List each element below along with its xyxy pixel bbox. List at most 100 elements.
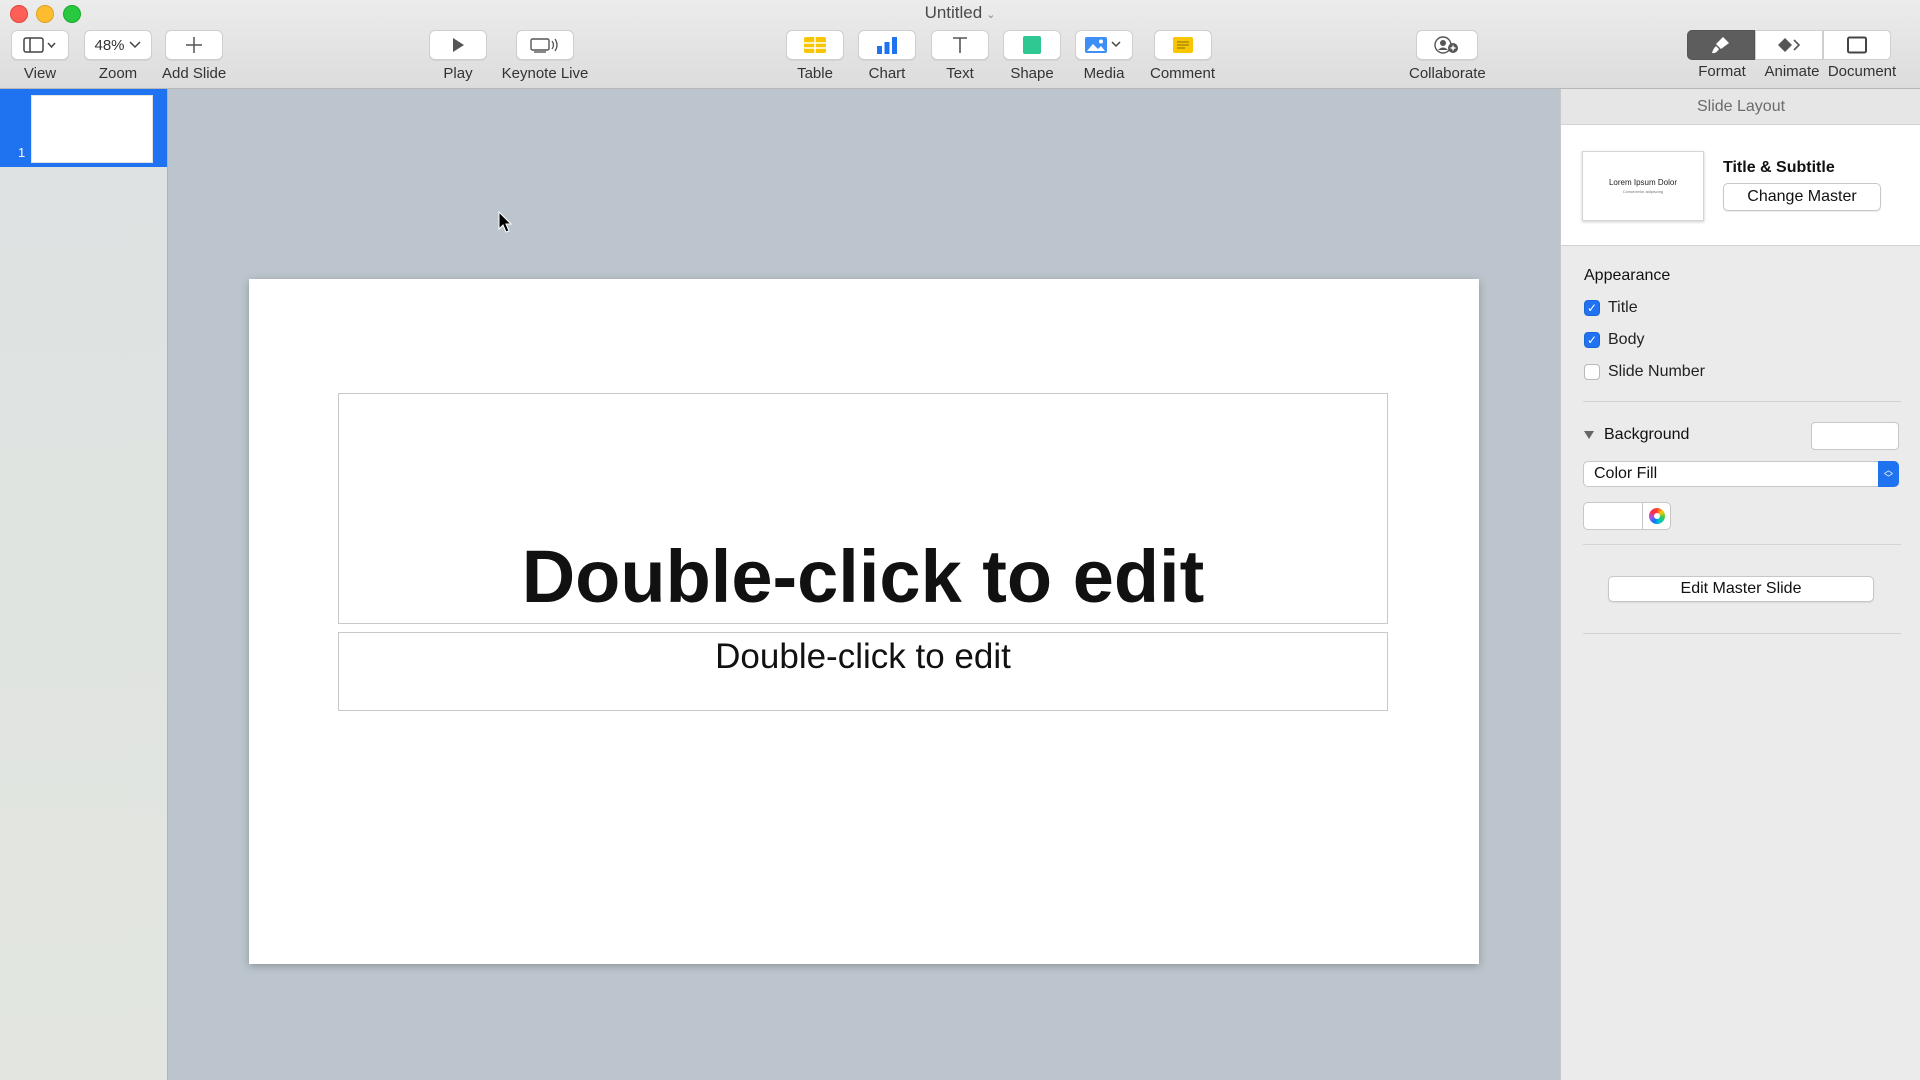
play-tool[interactable]: Play bbox=[429, 30, 487, 82]
master-thumbnail-title: Lorem Ipsum Dolor bbox=[1608, 178, 1678, 187]
body-checkbox-row[interactable]: ✓ Body bbox=[1584, 331, 1644, 349]
fill-color-well[interactable] bbox=[1583, 502, 1643, 530]
change-master-button[interactable]: Change Master bbox=[1723, 183, 1881, 211]
slide-canvas[interactable]: Double-click to edit Double-click to edi… bbox=[249, 279, 1479, 964]
color-wheel-button[interactable] bbox=[1642, 502, 1671, 530]
document-title: Untitled bbox=[924, 3, 983, 22]
inspector-tab-labels: Format Animate Document bbox=[1687, 63, 1897, 80]
view-label: View bbox=[23, 65, 57, 82]
add-slide-label: Add Slide bbox=[162, 65, 227, 82]
chart-label: Chart bbox=[868, 65, 906, 82]
animate-label: Animate bbox=[1764, 63, 1820, 80]
collaborate-tool[interactable]: Collaborate bbox=[1409, 30, 1486, 82]
keynote-live-button[interactable] bbox=[516, 30, 574, 60]
divider bbox=[1583, 544, 1901, 545]
background-color-swatch[interactable] bbox=[1811, 422, 1899, 450]
layout-name: Title & Subtitle bbox=[1723, 159, 1835, 176]
add-slide-button[interactable] bbox=[165, 30, 224, 60]
table-icon bbox=[804, 37, 826, 53]
zoom-select[interactable]: 48% bbox=[84, 30, 152, 60]
media-tool[interactable]: Media bbox=[1075, 30, 1133, 82]
animate-tab[interactable] bbox=[1755, 30, 1823, 60]
collaborate-label: Collaborate bbox=[1409, 65, 1486, 82]
collaborate-button[interactable] bbox=[1416, 30, 1479, 60]
background-disclosure[interactable]: Background bbox=[1583, 426, 1689, 444]
title-checkbox[interactable]: ✓ bbox=[1584, 300, 1600, 316]
format-tab[interactable] bbox=[1687, 30, 1755, 60]
zoom-tool[interactable]: 48% Zoom bbox=[84, 30, 152, 82]
keynote-live-icon bbox=[530, 38, 558, 53]
zoom-value: 48% bbox=[94, 36, 125, 54]
comment-button[interactable] bbox=[1153, 30, 1212, 60]
body-checkbox[interactable]: ✓ bbox=[1584, 332, 1600, 348]
toolbar: Untitled ⌄ View 48% Zoom Add Slide Play … bbox=[0, 0, 1920, 89]
format-inspector: Slide Layout Lorem Ipsum Dolor Consectet… bbox=[1560, 89, 1920, 1080]
comment-label: Comment bbox=[1150, 65, 1216, 82]
add-slide-tool[interactable]: Add Slide bbox=[162, 30, 226, 82]
view-tool[interactable]: View bbox=[11, 30, 69, 82]
divider bbox=[1583, 633, 1901, 634]
view-button[interactable] bbox=[11, 30, 69, 60]
subtitle-placeholder[interactable]: Double-click to edit bbox=[338, 632, 1388, 711]
appearance-heading: Appearance bbox=[1584, 267, 1671, 284]
slide-thumbnail-selected[interactable]: 1 bbox=[0, 89, 167, 167]
document-icon bbox=[1847, 36, 1867, 54]
chevron-down-icon bbox=[128, 41, 141, 49]
comment-icon bbox=[1172, 37, 1193, 53]
disclosure-triangle-icon bbox=[1584, 431, 1594, 439]
inspector-header: Slide Layout bbox=[1561, 89, 1920, 125]
table-button[interactable] bbox=[786, 30, 844, 60]
media-icon bbox=[1085, 37, 1121, 53]
body-checkbox-label: Body bbox=[1608, 331, 1645, 348]
sidebar-layout-icon bbox=[23, 37, 56, 53]
shape-icon bbox=[1023, 36, 1041, 54]
comment-tool[interactable]: Comment bbox=[1150, 30, 1215, 82]
fill-type-value: Color Fill bbox=[1594, 465, 1658, 482]
slide-number-checkbox[interactable] bbox=[1584, 364, 1600, 380]
slide-number-checkbox-row[interactable]: Slide Number bbox=[1584, 363, 1705, 381]
document-tab[interactable] bbox=[1823, 30, 1891, 60]
plus-icon bbox=[186, 37, 203, 53]
play-button[interactable] bbox=[429, 30, 487, 60]
chevron-down-icon: ⌄ bbox=[986, 9, 996, 21]
mouse-cursor-icon bbox=[498, 211, 513, 233]
slide-thumbnail[interactable] bbox=[31, 95, 153, 163]
window-title[interactable]: Untitled ⌄ bbox=[0, 3, 1920, 23]
zoom-label: Zoom bbox=[98, 65, 138, 82]
select-arrows-icon: ︿ ﹀ bbox=[1878, 461, 1899, 487]
shape-tool[interactable]: Shape bbox=[1003, 30, 1061, 82]
text-tool[interactable]: Text bbox=[931, 30, 989, 82]
table-tool[interactable]: Table bbox=[786, 30, 844, 82]
media-button[interactable] bbox=[1075, 30, 1133, 60]
media-label: Media bbox=[1083, 65, 1125, 82]
keynote-live-tool[interactable]: Keynote Live bbox=[500, 30, 590, 82]
chart-tool[interactable]: Chart bbox=[858, 30, 916, 82]
animate-diamond-icon bbox=[1778, 38, 1801, 52]
title-checkbox-label: Title bbox=[1608, 299, 1638, 316]
fill-type-select[interactable]: Color Fill ︿ ﹀ bbox=[1583, 461, 1899, 487]
play-label: Play bbox=[443, 65, 473, 82]
paintbrush-icon bbox=[1712, 37, 1729, 54]
title-checkbox-row[interactable]: ✓ Title bbox=[1584, 299, 1638, 317]
chart-button[interactable] bbox=[858, 30, 916, 60]
text-label: Text bbox=[946, 65, 974, 82]
slide-navigator: 1 bbox=[0, 89, 168, 1080]
title-placeholder[interactable]: Double-click to edit bbox=[338, 393, 1388, 624]
keynote-live-label: Keynote Live bbox=[501, 65, 589, 82]
master-thumbnail[interactable]: Lorem Ipsum Dolor Consectetur adipiscing bbox=[1582, 151, 1704, 221]
chart-icon bbox=[877, 37, 897, 54]
text-button[interactable] bbox=[931, 30, 989, 60]
table-label: Table bbox=[797, 65, 833, 82]
slide-number: 1 bbox=[18, 145, 26, 160]
color-wheel-icon bbox=[1648, 508, 1665, 524]
master-thumbnail-subtitle: Consectetur adipiscing bbox=[1622, 189, 1664, 194]
text-icon bbox=[953, 37, 967, 53]
edit-master-slide-button[interactable]: Edit Master Slide bbox=[1608, 576, 1874, 602]
collaborate-icon bbox=[1434, 36, 1459, 54]
slide-layout-section: Lorem Ipsum Dolor Consectetur adipiscing… bbox=[1561, 125, 1920, 246]
document-label: Document bbox=[1827, 63, 1897, 80]
inspector-tabs bbox=[1687, 30, 1891, 60]
background-heading: Background bbox=[1604, 426, 1690, 443]
shape-button[interactable] bbox=[1003, 30, 1061, 60]
shape-label: Shape bbox=[1010, 65, 1054, 82]
